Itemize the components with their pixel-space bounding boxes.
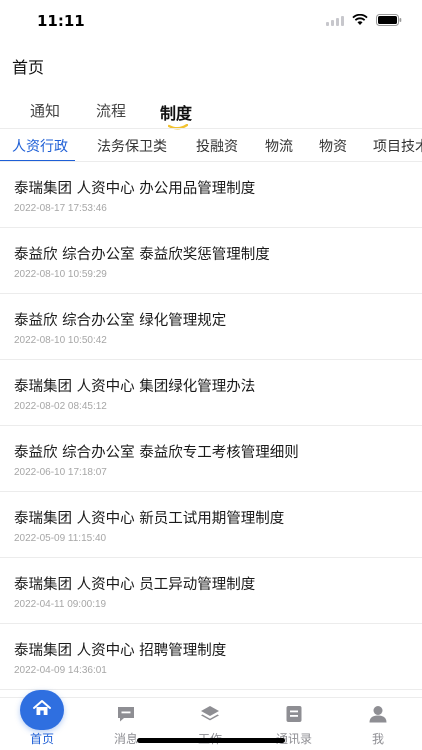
tabbar-home-label: 首页 xyxy=(29,732,54,746)
tab-regulations[interactable]: 制度 xyxy=(160,100,193,130)
list-item[interactable]: 泰瑞集团 人资中心 集团绿化管理办法 2022-08-02 08:45:12 xyxy=(0,360,422,426)
tabbar-me-label: 我 xyxy=(371,732,384,746)
item-title: 泰瑞集团 人资中心 招聘管理制度 xyxy=(14,643,227,659)
status-bar: 11:11 xyxy=(0,0,422,44)
cellular-signal-icon xyxy=(326,15,344,26)
tabbar-home[interactable]: 首页 xyxy=(0,690,84,750)
layers-icon xyxy=(201,706,219,721)
home-icon xyxy=(33,700,51,715)
category-tabs: 人资行政 法务保卫类 投融资 物流 物资 项目技术 xyxy=(0,128,422,162)
status-time: 11:11 xyxy=(37,12,85,30)
item-timestamp: 2022-08-10 10:50:42 xyxy=(14,335,107,346)
page-title: 首页 xyxy=(12,58,45,77)
list-item[interactable]: 泰瑞集团 人资中心 办公用品管理制度 2022-08-17 17:53:46 xyxy=(0,162,422,228)
list-item[interactable]: 泰益欣 综合办公室 泰益欣专工考核管理细则 2022-06-10 17:18:0… xyxy=(0,426,422,492)
message-icon xyxy=(118,707,134,722)
list-item[interactable]: 泰瑞集团 人资中心 员工异动管理制度 2022-04-11 09:00:19 xyxy=(0,558,422,624)
item-title: 泰瑞集团 人资中心 集团绿化管理办法 xyxy=(14,379,256,395)
list-item[interactable]: 泰益欣 综合办公室 绿化管理规定 2022-08-10 10:50:42 xyxy=(0,294,422,360)
item-timestamp: 2022-04-11 09:00:19 xyxy=(14,599,107,610)
regulation-list: 泰瑞集团 人资中心 办公用品管理制度 2022-08-17 17:53:46 泰… xyxy=(0,162,422,690)
tabbar-me[interactable]: 我 xyxy=(336,698,420,750)
list-item[interactable]: 泰瑞集团 人资中心 招聘管理制度 2022-04-09 14:36:01 xyxy=(0,624,422,690)
tab-regulations-label: 制度 xyxy=(160,104,193,123)
category-tab-project-tech[interactable]: 项目技术 xyxy=(373,136,422,156)
item-timestamp: 2022-08-10 10:59:29 xyxy=(14,269,107,280)
category-tab-materials[interactable]: 物资 xyxy=(319,136,347,156)
list-item[interactable]: 泰益欣 综合办公室 泰益欣奖惩管理制度 2022-08-10 10:59:29 xyxy=(0,228,422,294)
item-timestamp: 2022-06-10 17:18:07 xyxy=(14,467,107,478)
battery-icon xyxy=(376,14,402,26)
item-title: 泰瑞集团 人资中心 新员工试用期管理制度 xyxy=(14,511,285,527)
item-title: 泰瑞集团 人资中心 办公用品管理制度 xyxy=(14,181,256,197)
status-icons xyxy=(326,14,402,26)
top-tabs: 通知 流程 制度 xyxy=(0,94,422,130)
item-title: 泰瑞集团 人资中心 员工异动管理制度 xyxy=(14,577,256,593)
item-title: 泰益欣 综合办公室 泰益欣专工考核管理细则 xyxy=(14,445,299,461)
nav-header: 首页 xyxy=(0,44,422,88)
item-timestamp: 2022-04-09 14:36:01 xyxy=(14,665,107,676)
tab-notice[interactable]: 通知 xyxy=(30,100,60,121)
category-tab-investment[interactable]: 投融资 xyxy=(196,136,238,156)
item-title: 泰益欣 综合办公室 绿化管理规定 xyxy=(14,313,227,329)
item-timestamp: 2022-08-02 08:45:12 xyxy=(14,401,107,412)
item-title: 泰益欣 综合办公室 泰益欣奖惩管理制度 xyxy=(14,247,270,263)
category-tab-legal-security[interactable]: 法务保卫类 xyxy=(97,136,167,156)
wifi-icon xyxy=(352,14,368,26)
category-tab-logistics[interactable]: 物流 xyxy=(265,136,293,156)
person-icon xyxy=(369,706,387,723)
contacts-icon xyxy=(286,706,302,722)
item-timestamp: 2022-05-09 11:15:40 xyxy=(14,533,107,544)
tab-process[interactable]: 流程 xyxy=(96,100,126,121)
list-item[interactable]: 泰瑞集团 人资中心 新员工试用期管理制度 2022-05-09 11:15:40 xyxy=(0,492,422,558)
category-tab-hr-admin[interactable]: 人资行政 xyxy=(12,136,68,156)
home-indicator xyxy=(137,738,285,743)
item-timestamp: 2022-08-17 17:53:46 xyxy=(14,203,107,214)
